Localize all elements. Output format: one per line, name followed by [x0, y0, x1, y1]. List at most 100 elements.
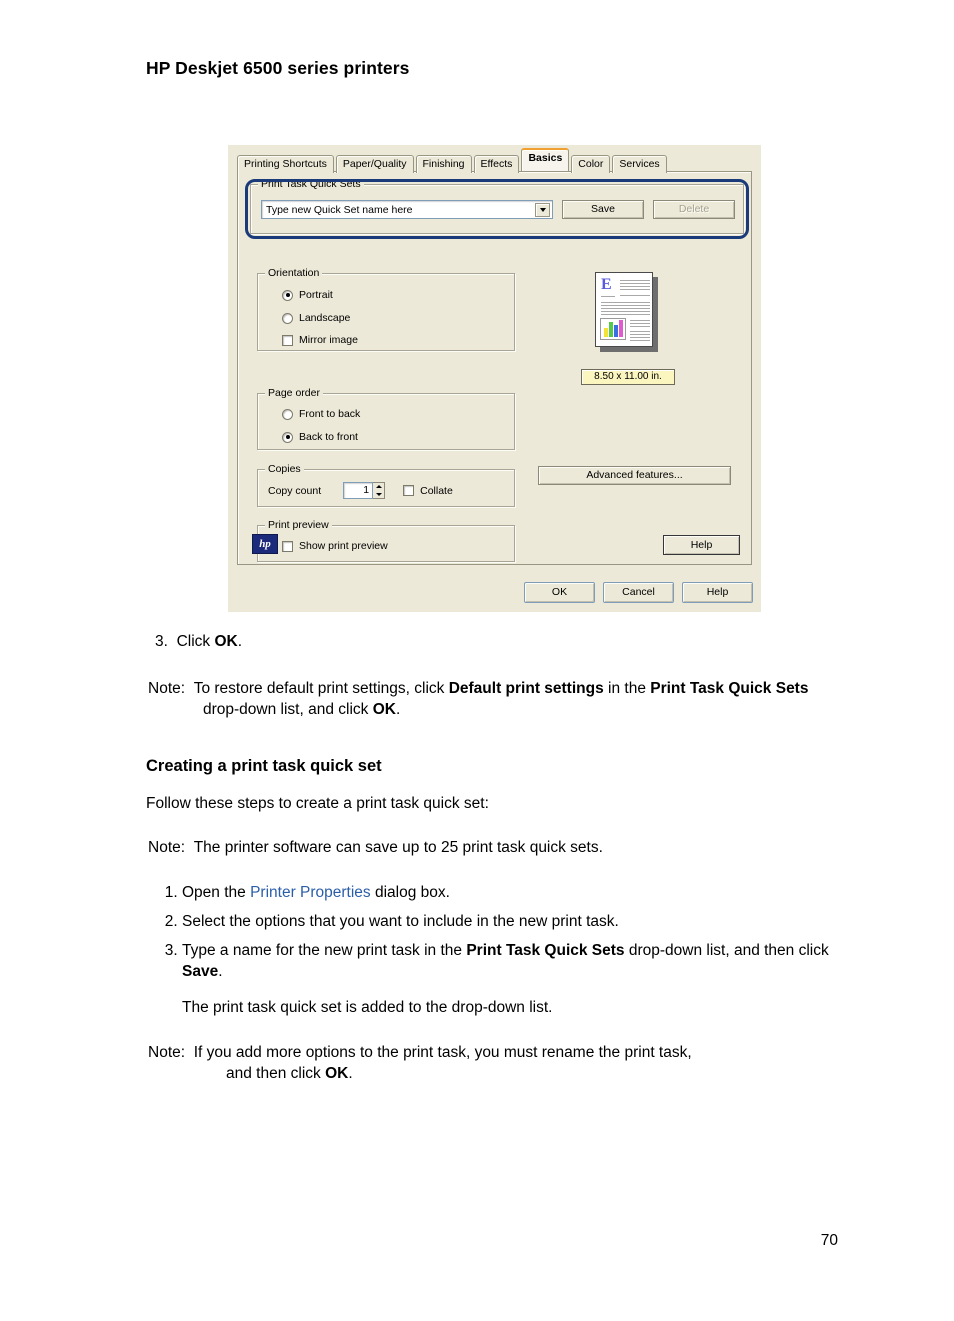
note1-part-g: .: [395, 701, 401, 718]
ok-button[interactable]: OK: [524, 582, 595, 603]
numbered-steps-list: Open the Printer Properties dialog box. …: [146, 882, 872, 990]
spin-down-icon[interactable]: [373, 491, 384, 499]
step3-bold-save: Save: [182, 963, 219, 980]
note1-part-e: drop-down list, and click: [203, 701, 373, 718]
step1-part-b: dialog box.: [370, 884, 450, 901]
page-header: HP Deskjet 6500 series printers: [146, 58, 410, 78]
radio-back-to-front-label: Back to front: [299, 431, 358, 443]
note1-bold-quicksets: Print Task Quick Sets: [650, 680, 809, 697]
hp-logo-icon: hp: [252, 534, 278, 554]
follow-steps-line: Follow these steps to create a print tas…: [146, 795, 489, 812]
checkbox-show-print-preview-indicator: [282, 540, 293, 552]
radio-front-to-back[interactable]: Front to back: [282, 408, 360, 420]
copies-legend: Copies: [265, 463, 304, 475]
copy-count-stepper[interactable]: 1: [343, 482, 386, 499]
section-heading: Creating a print task quick set: [146, 757, 382, 775]
radio-landscape[interactable]: Landscape: [282, 312, 350, 324]
step3-part-b: drop-down list, and then click: [624, 942, 829, 959]
radio-portrait-indicator: [282, 289, 293, 301]
printer-properties-dialog: Printing Shortcuts Paper/Quality Finishi…: [228, 145, 761, 612]
list-item: Open the Printer Properties dialog box.: [182, 882, 872, 903]
note2-text: The printer software can save up to 25 p…: [193, 839, 603, 856]
checkbox-collate-label: Collate: [420, 484, 453, 497]
note1-part-c: in the: [603, 680, 651, 697]
sub-note-added-to-list: The print task quick set is added to the…: [182, 999, 553, 1016]
note-rename-print-task: Note: If you add more options to the pri…: [148, 1042, 848, 1084]
print-preview-group: Print preview Show print preview: [257, 519, 515, 562]
copy-count-row: Copy count 1 Collate: [268, 482, 453, 499]
thumbnail-bar-chart-icon: [600, 318, 626, 340]
checkbox-show-print-preview[interactable]: Show print preview: [282, 540, 388, 552]
step-3-bold-ok: OK: [214, 633, 238, 650]
printer-properties-link[interactable]: Printer Properties: [250, 884, 371, 901]
note-default-print-settings: Note: To restore default print settings,…: [148, 678, 838, 720]
page-number: 70: [820, 1232, 838, 1249]
quick-sets-highlight-ring: [245, 179, 749, 239]
radio-back-to-front[interactable]: Back to front: [282, 431, 358, 443]
page-thumbnail-sheet: E: [595, 272, 653, 347]
radio-back-to-front-indicator: [282, 431, 293, 443]
step1-part-a: Open the: [182, 884, 251, 901]
advanced-features-button[interactable]: Advanced features...: [538, 466, 731, 485]
tab-printing-shortcuts[interactable]: Printing Shortcuts: [237, 155, 334, 173]
step-3-number: 3.: [155, 633, 168, 650]
tab-services[interactable]: Services: [612, 155, 667, 173]
radio-landscape-indicator: [282, 312, 293, 324]
basics-tab-panel: Print Task Quick Sets Type new Quick Set…: [237, 171, 752, 565]
print-preview-legend: Print preview: [265, 519, 332, 531]
tab-paper-quality[interactable]: Paper/Quality: [335, 155, 414, 173]
radio-front-to-back-label: Front to back: [299, 408, 361, 420]
page-order-group: Page order Front to back Back to front: [257, 387, 515, 450]
cancel-button[interactable]: Cancel: [603, 582, 674, 603]
thumbnail-letter: E: [601, 276, 612, 293]
note3-part-c: .: [348, 1065, 353, 1082]
note3-part-a: If you add more options to the print tas…: [193, 1044, 692, 1061]
paper-size-chip: 8.50 x 11.00 in.: [581, 369, 675, 385]
page-order-legend: Page order: [265, 387, 323, 399]
step-3-text: Click: [176, 633, 215, 650]
help-button[interactable]: Help: [682, 582, 753, 603]
radio-portrait-label: Portrait: [299, 289, 333, 301]
page-thumbnail-icon: E: [595, 272, 658, 352]
tab-color[interactable]: Color: [571, 155, 611, 173]
tab-effects[interactable]: Effects: [473, 155, 520, 173]
note3-part-b: and then click: [226, 1065, 326, 1082]
tab-finishing[interactable]: Finishing: [415, 155, 472, 173]
list-item: Type a name for the new print task in th…: [182, 940, 872, 982]
checkbox-mirror-image-indicator: [282, 334, 293, 346]
step3-part-c: .: [218, 963, 223, 980]
note-label-2: Note:: [148, 839, 186, 856]
orientation-group: Orientation Portrait Landscape Mirror im…: [257, 267, 515, 351]
dialog-footer: OK Cancel Help: [524, 582, 753, 603]
copy-count-spin-buttons[interactable]: [373, 482, 386, 499]
list-item: Select the options that you want to incl…: [182, 911, 872, 932]
checkbox-collate[interactable]: Collate: [403, 485, 453, 497]
orientation-legend: Orientation: [265, 267, 323, 279]
help-button-panel[interactable]: Help: [663, 535, 740, 555]
step3-bold-quicksets: Print Task Quick Sets: [466, 942, 625, 959]
note-label-1: Note:: [148, 680, 186, 697]
note-25-quick-sets: Note: The printer software can save up t…: [148, 837, 603, 858]
step3-part-a: Type a name for the new print task in th…: [182, 942, 467, 959]
radio-portrait[interactable]: Portrait: [282, 289, 333, 301]
step-3-click-ok: 3. Click OK.: [155, 631, 855, 652]
document-preview-pane: E 8.50 x 11.00 in.: [538, 268, 741, 448]
copy-count-input[interactable]: 1: [343, 482, 374, 499]
note-label-3: Note:: [148, 1044, 186, 1061]
tab-strip: Printing Shortcuts Paper/Quality Finishi…: [237, 148, 667, 173]
tab-basics[interactable]: Basics: [521, 148, 570, 171]
checkbox-show-print-preview-label: Show print preview: [299, 540, 388, 552]
note1-bold-default: Default print settings: [448, 680, 604, 697]
step2-text: Select the options that you want to incl…: [182, 913, 619, 930]
copy-count-label: Copy count: [268, 484, 322, 497]
hp-logo-text: hp: [259, 537, 271, 550]
step-3-period: .: [237, 633, 243, 650]
checkbox-mirror-image-label: Mirror image: [299, 334, 358, 346]
radio-front-to-back-indicator: [282, 408, 293, 420]
spin-up-icon[interactable]: [373, 483, 384, 491]
checkbox-mirror-image[interactable]: Mirror image: [282, 334, 358, 346]
note1-bold-ok: OK: [372, 701, 396, 718]
copies-group: Copies Copy count 1 Collate: [257, 463, 515, 507]
radio-landscape-label: Landscape: [299, 312, 351, 324]
checkbox-collate-indicator: [403, 485, 415, 496]
